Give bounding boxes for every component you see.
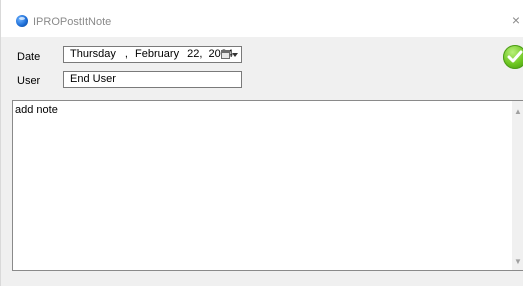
calendar-dropdown-button[interactable] — [221, 49, 239, 61]
date-month: February — [135, 48, 180, 60]
date-day: Thursday — [70, 48, 116, 60]
note-text: add note — [15, 104, 58, 116]
postit-note-window: IPROPostItNote × Date Thursday , Februar… — [0, 0, 523, 286]
date-separator: , — [124, 48, 128, 60]
user-field[interactable]: End User — [63, 71, 242, 88]
date-label: Date — [17, 51, 41, 63]
app-globe-icon — [16, 15, 28, 27]
scroll-down-icon[interactable]: ▼ — [514, 257, 522, 266]
vertical-scrollbar[interactable]: ▲ ▼ — [512, 101, 523, 270]
user-label: User — [17, 75, 41, 87]
date-picker[interactable]: Thursday , February 22, 2024 — [63, 46, 242, 63]
checkmark-icon — [507, 50, 523, 63]
close-icon[interactable]: × — [512, 13, 520, 27]
title-bar: IPROPostItNote × — [1, 0, 523, 37]
note-textarea[interactable]: add note ▲ ▼ — [12, 100, 523, 271]
scroll-up-icon[interactable]: ▲ — [514, 107, 522, 116]
calendar-icon — [221, 50, 230, 59]
window-title: IPROPostItNote — [33, 16, 112, 28]
date-daynum: 22, — [187, 48, 203, 60]
ok-button[interactable] — [503, 45, 523, 69]
chevron-down-icon — [232, 53, 238, 57]
